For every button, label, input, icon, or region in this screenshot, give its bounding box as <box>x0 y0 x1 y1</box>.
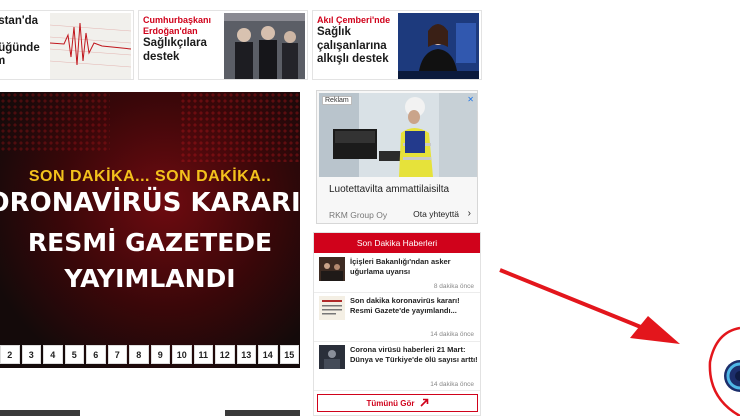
pager-button-4[interactable]: 4 <box>43 345 63 364</box>
news-card-2-kicker: Cumhurbaşkanı Erdoğan'dan <box>143 15 212 36</box>
breaking-news-time: 14 dakika önce <box>430 381 474 388</box>
breaking-news-thumbnail <box>319 257 345 281</box>
banner-kicker: SON DAKİKA... SON DAKİKA.. <box>28 168 272 185</box>
news-card-1-line-4: m <box>0 55 40 69</box>
banner-dot-pattern-left <box>0 92 110 152</box>
breaking-news-thumbnail <box>319 296 345 320</box>
pager-button-2[interactable]: 2 <box>0 345 20 364</box>
see-all-button[interactable]: Tümünü Gör <box>317 394 478 412</box>
news-card-3-kicker: Akıl Çemberi'nde <box>317 15 391 25</box>
top-news-strip: istan'da lüğünde m Cumhurbaşkanı Erdoğan <box>0 10 482 82</box>
pager-button-10[interactable]: 10 <box>172 345 192 364</box>
annotation-overlay <box>490 258 740 416</box>
breaking-news-time: 14 dakika önce <box>430 331 474 338</box>
news-anchor-thumbnail <box>398 13 479 79</box>
banner-headline-line-1: ORONAVİRÜS KARARI! <box>0 188 300 218</box>
banner-headline-line-2: RESMİ GAZETEDE <box>27 228 273 257</box>
ad-close-icon[interactable]: ✕ <box>467 95 474 104</box>
pager-button-9[interactable]: 9 <box>150 345 170 364</box>
news-card-3-line-1: Sağlık <box>317 26 351 38</box>
news-card-1[interactable]: istan'da lüğünde m <box>0 10 134 80</box>
news-card-3-line-3: alkışlı destek <box>317 53 389 65</box>
banner-dot-pattern <box>180 92 300 162</box>
news-card-3[interactable]: Akıl Çemberi'nde Sağlık çalışanlarına al… <box>312 10 482 80</box>
news-page: istan'da lüğünde m Cumhurbaşkanı Erdoğan <box>0 0 740 416</box>
breaking-news-title: Corona virüsü haberleri 21 Mart: Dünya v… <box>350 345 478 364</box>
breaking-news-box: Son Dakika Haberleri İçişleri Bakanlığı'… <box>313 232 481 416</box>
pager-button-5[interactable]: 5 <box>64 345 84 364</box>
seismograph-thumbnail <box>50 13 131 79</box>
pager-button-13[interactable]: 13 <box>236 345 256 364</box>
breaking-news-time: 8 dakika önce <box>433 283 474 290</box>
pager-button-12[interactable]: 12 <box>215 345 235 364</box>
news-card-3-line-2: çalışanlarına <box>317 39 387 52</box>
breaking-news-item[interactable]: Corona virüsü haberleri 21 Mart: Dünya v… <box>314 343 480 391</box>
pager-button-7[interactable]: 7 <box>107 345 127 364</box>
news-card-1-line-2 <box>0 29 40 42</box>
breaking-news-title: İçişleri Bakanlığı'ndan asker uğurlama u… <box>350 257 451 276</box>
news-card-1-text: istan'da lüğünde m <box>0 15 40 69</box>
bottom-thumbnail-edge <box>0 410 80 416</box>
headline-banner[interactable]: SON DAKİKA... SON DAKİKA.. ORONAVİRÜS KA… <box>0 92 300 368</box>
banner-headline-line-3: YAYIMLANDI <box>64 264 236 293</box>
news-card-1-line-1: istan'da <box>0 15 38 27</box>
pager-button-6[interactable]: 6 <box>86 345 106 364</box>
news-card-2-text: Cumhurbaşkanı Erdoğan'dan Sağlıkçılara d… <box>143 15 223 64</box>
ad-title[interactable]: Luotettavilta ammattilaisilta <box>329 184 449 195</box>
breaking-news-item[interactable]: Son dakika koronavirüs kararı! Resmi Gaz… <box>314 294 480 342</box>
breaking-news-title: Son dakika koronavirüs kararı! Resmi Gaz… <box>350 296 460 315</box>
breaking-news-thumbnail <box>319 345 345 369</box>
news-card-1-line-3: lüğünde <box>0 41 40 54</box>
ad-sponsor: RKM Group Oy <box>329 210 388 220</box>
pager-button-15[interactable]: 15 <box>279 345 299 364</box>
bottom-thumbnail-edge <box>225 410 300 416</box>
pager-button-14[interactable]: 14 <box>258 345 278 364</box>
arrow-up-right-icon <box>419 398 429 409</box>
see-all-label: Tümünü Gör <box>366 398 415 408</box>
news-card-3-text: Akıl Çemberi'nde Sağlık çalışanlarına al… <box>317 15 390 67</box>
ad-label: Reklam <box>322 96 352 105</box>
news-card-2-line-2: destek <box>143 50 180 63</box>
crowd-photo-thumbnail <box>224 13 305 79</box>
pager-button-3[interactable]: 3 <box>21 345 41 364</box>
news-card-2-line-1: Sağlıkçılara <box>143 37 207 49</box>
pager-button-8[interactable]: 8 <box>129 345 149 364</box>
news-card-2[interactable]: Cumhurbaşkanı Erdoğan'dan Sağlıkçılara d… <box>138 10 308 80</box>
breaking-news-item[interactable]: İçişleri Bakanlığı'ndan asker uğurlama u… <box>314 255 480 293</box>
pager-button-11[interactable]: 11 <box>193 345 213 364</box>
ad-cta-button[interactable]: Ota yhteyttä <box>413 209 459 219</box>
slider-pager: 2 3 4 5 6 7 8 9 10 11 12 13 14 15 <box>0 345 300 367</box>
advertisement[interactable]: Reklam ✕ Luotettavilta ammattilaisilta R… <box>316 90 478 224</box>
breaking-news-header: Son Dakika Haberleri <box>314 233 480 253</box>
chevron-right-icon: › <box>467 208 471 219</box>
ad-image: Reklam ✕ <box>319 93 477 177</box>
